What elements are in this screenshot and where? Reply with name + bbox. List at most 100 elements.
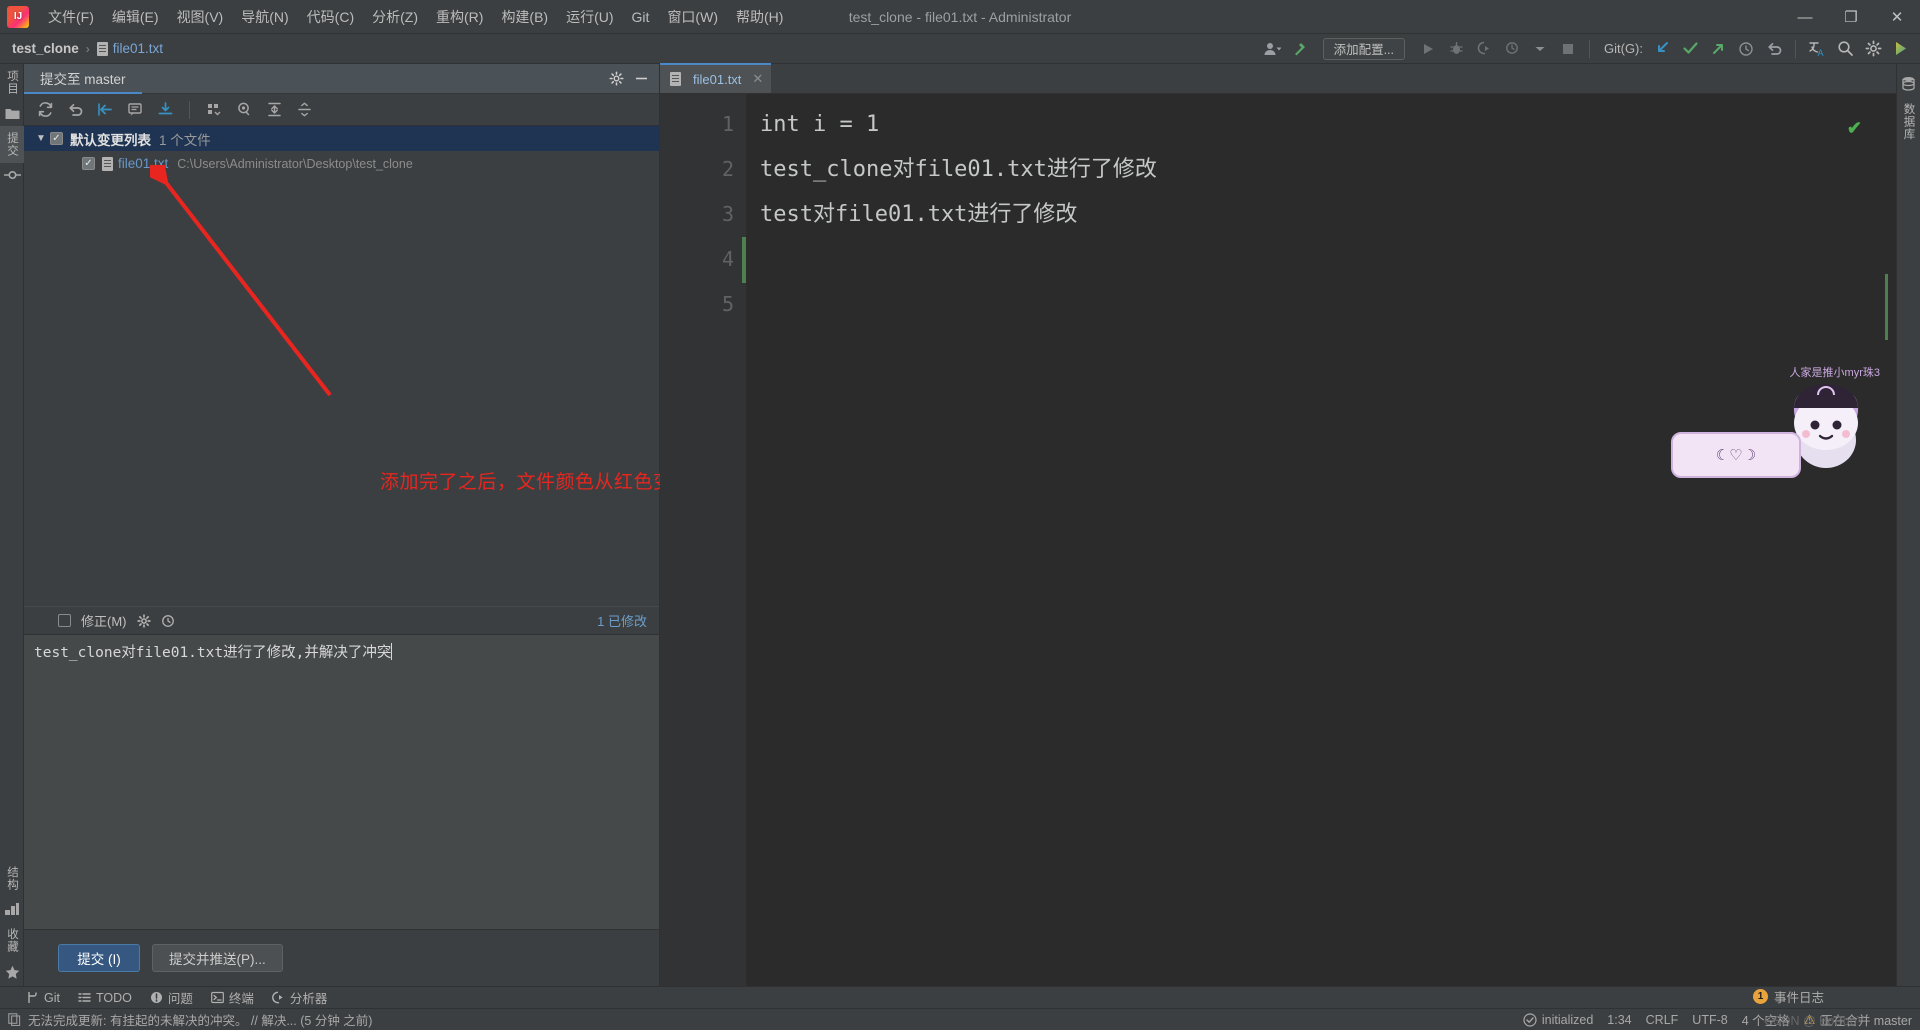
git-update-project-icon[interactable] xyxy=(1649,37,1675,61)
refresh-changes-icon[interactable] xyxy=(32,98,58,122)
commit-options-gear-icon[interactable] xyxy=(136,613,151,628)
commit-toolbar xyxy=(24,94,659,126)
menu-file[interactable]: 文件(F) xyxy=(39,3,103,31)
menu-help[interactable]: 帮助(H) xyxy=(727,3,792,31)
user-account-icon[interactable] xyxy=(1259,37,1285,61)
run-icon[interactable] xyxy=(1415,37,1441,61)
close-icon[interactable]: ✕ xyxy=(752,71,763,87)
run-with-coverage-icon[interactable] xyxy=(1471,37,1497,61)
add-configuration-button[interactable]: 添加配置... xyxy=(1322,37,1405,60)
breadcrumb-file[interactable]: file01.txt xyxy=(113,41,163,56)
menu-refactor[interactable]: 重构(R) xyxy=(427,3,492,31)
menu-analyze[interactable]: 分析(Z) xyxy=(363,3,427,31)
line-number: 2 xyxy=(721,157,734,181)
close-button[interactable]: ✕ xyxy=(1874,0,1920,34)
bottom-tab-terminal[interactable]: 终端 xyxy=(210,988,254,1007)
inspection-status[interactable]: initialized xyxy=(1523,1013,1593,1027)
menu-window[interactable]: 窗口(W) xyxy=(658,3,727,31)
commit-header-actions xyxy=(609,71,659,86)
menu-build[interactable]: 构建(B) xyxy=(492,3,557,31)
toolbar-divider xyxy=(1589,39,1590,58)
changelist-checkbox[interactable] xyxy=(50,132,63,145)
group-by-icon[interactable] xyxy=(201,98,227,122)
event-log-indicator[interactable]: 1 事件日志 xyxy=(1752,987,1824,1006)
sidebar-item-database-label: 数据库 xyxy=(1902,103,1915,141)
table-row[interactable]: file01.txt C:\Users\Administrator\Deskto… xyxy=(24,151,659,176)
tab-file01[interactable]: file01.txt ✕ xyxy=(660,63,772,93)
commit-message-input[interactable]: test_clone对file01.txt进行了修改,并解决了冲突 xyxy=(24,634,659,930)
scrollbar-change-marker[interactable] xyxy=(1885,274,1888,340)
preview-diff-icon[interactable] xyxy=(231,98,257,122)
commit-message-history-clock-icon[interactable] xyxy=(161,614,175,628)
commit-settings-gear-icon[interactable] xyxy=(609,71,624,86)
database-icon[interactable] xyxy=(1897,70,1920,97)
commit-panel-header: 提交至 master xyxy=(24,64,659,94)
git-commit-node-icon[interactable] xyxy=(0,163,24,187)
changelist-row[interactable]: ▼ 默认变更列表 1 个文件 xyxy=(24,126,659,151)
expand-all-icon[interactable] xyxy=(261,98,287,122)
sidebar-item-commit[interactable]: 提交 xyxy=(0,126,24,163)
bottom-tab-problems[interactable]: 问题 xyxy=(150,988,193,1007)
build-hammer-icon[interactable] xyxy=(1287,37,1313,61)
modified-count-label[interactable]: 1 已修改 xyxy=(597,611,647,630)
bottom-tab-git[interactable]: Git xyxy=(26,991,60,1005)
sidebar-item-database[interactable]: 数据库 xyxy=(1897,97,1920,147)
minimize-button[interactable]: — xyxy=(1782,0,1828,34)
translate-icon[interactable]: A xyxy=(1804,37,1830,61)
menu-code[interactable]: 代码(C) xyxy=(298,3,363,31)
commit-tab-title[interactable]: 提交至 master xyxy=(24,64,142,94)
gear-icon[interactable] xyxy=(1860,37,1886,61)
ide-theme-icon[interactable] xyxy=(1888,37,1914,61)
editor-text[interactable]: int i = 1 test_clone对file01.txt进行了修改 tes… xyxy=(746,94,1896,986)
editor-body[interactable]: 1 2 3 4 5 int i = 1 test_clone对file01.tx… xyxy=(660,94,1896,986)
sidebar-item-structure[interactable]: 结构 xyxy=(0,860,24,897)
menu-git[interactable]: Git xyxy=(623,5,659,29)
rollback-changes-icon[interactable] xyxy=(62,98,88,122)
debug-icon[interactable] xyxy=(1443,37,1469,61)
git-push-icon[interactable] xyxy=(1705,37,1731,61)
commit-hide-icon[interactable] xyxy=(634,71,649,86)
commit-button[interactable]: 提交 (I) xyxy=(58,944,140,972)
git-branch-status[interactable]: ⚠ 正在合并 master xyxy=(1804,1010,1912,1029)
encoding[interactable]: UTF-8 xyxy=(1692,1013,1727,1027)
menu-view[interactable]: 视图(V) xyxy=(168,3,233,31)
editor-tab-bar: file01.txt ✕ xyxy=(660,63,1896,94)
profile-icon[interactable] xyxy=(1499,37,1525,61)
stop-icon[interactable] xyxy=(1555,37,1581,61)
inspection-ok-icon[interactable]: ✔ xyxy=(1847,118,1862,139)
git-rollback-icon[interactable] xyxy=(1761,37,1787,61)
indent-setting[interactable]: 4 个空格 xyxy=(1742,1010,1790,1029)
bottom-tab-profiler[interactable]: 分析器 xyxy=(272,988,328,1007)
bottom-tab-profiler-label: 分析器 xyxy=(289,992,328,1006)
menu-run[interactable]: 运行(U) xyxy=(557,3,622,31)
git-commit-check-icon[interactable] xyxy=(1677,37,1703,61)
chevron-down-icon[interactable] xyxy=(1527,37,1553,61)
collapse-all-icon[interactable] xyxy=(291,98,317,122)
copy-message-icon[interactable] xyxy=(8,1013,21,1026)
bottom-tab-todo[interactable]: TODO xyxy=(78,991,132,1005)
folder-icon[interactable] xyxy=(0,101,24,126)
git-history-icon[interactable] xyxy=(1733,37,1759,61)
shelve-changes-icon[interactable] xyxy=(152,98,178,122)
commit-message-history-icon[interactable] xyxy=(122,98,148,122)
changed-file-name[interactable]: file01.txt xyxy=(118,156,168,171)
amend-checkbox[interactable] xyxy=(58,614,71,627)
chevron-down-icon[interactable]: ▼ xyxy=(34,133,48,144)
sidebar-item-favorites[interactable]: 收藏 xyxy=(0,922,24,959)
tab-label: file01.txt xyxy=(693,71,742,87)
menu-navigate[interactable]: 导航(N) xyxy=(232,3,297,31)
commit-and-push-button[interactable]: 提交并推送(P)... xyxy=(152,944,283,972)
file-checkbox[interactable] xyxy=(82,157,95,170)
show-diff-icon[interactable] xyxy=(92,98,118,122)
star-icon[interactable] xyxy=(0,959,24,986)
sidebar-item-project[interactable]: 项目 xyxy=(0,64,24,101)
search-icon[interactable] xyxy=(1832,37,1858,61)
line-separator[interactable]: CRLF xyxy=(1646,1013,1679,1027)
maximize-button[interactable]: ❐ xyxy=(1828,0,1874,34)
structure-icon[interactable] xyxy=(0,897,24,922)
menu-edit[interactable]: 编辑(E) xyxy=(103,3,168,31)
status-message[interactable]: 无法完成更新: 有挂起的未解决的冲突。 // 解决... (5 分钟 之前) xyxy=(28,1010,372,1029)
breadcrumb-project[interactable]: test_clone xyxy=(12,41,79,56)
caret-position[interactable]: 1:34 xyxy=(1607,1013,1631,1027)
